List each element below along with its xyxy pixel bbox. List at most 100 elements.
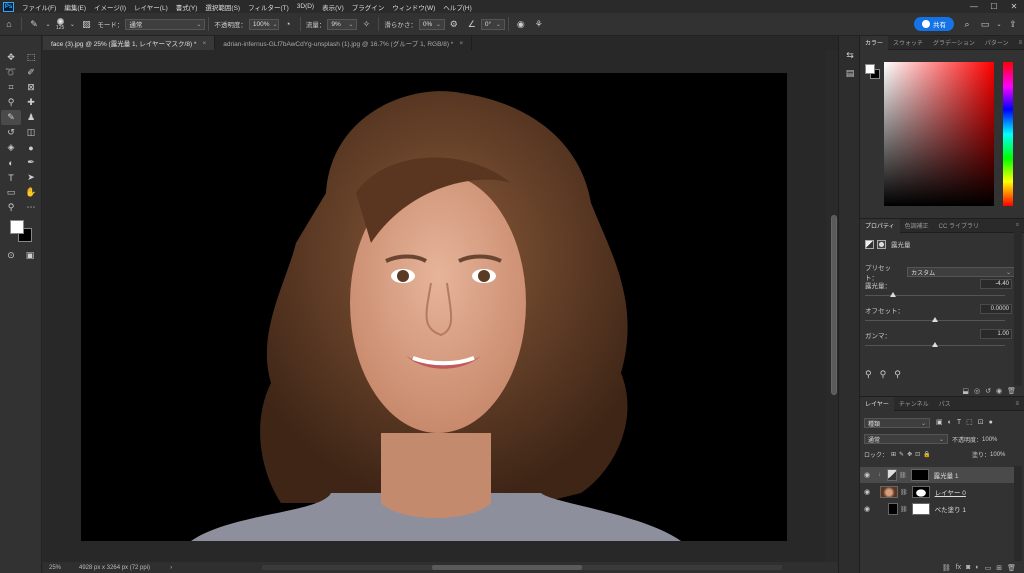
new-group-icon[interactable]: ▭	[985, 564, 992, 572]
more-tools-icon[interactable]: ⋯	[21, 200, 41, 215]
rectangle-tool-icon[interactable]: ▭	[1, 185, 21, 200]
home-icon[interactable]: ⌂	[2, 17, 16, 31]
scroll-thumb[interactable]	[831, 215, 837, 395]
layer-row[interactable]: ◉ ⛓ レイヤー 0	[860, 484, 1014, 500]
panel-menu-icon[interactable]: ≡	[1014, 36, 1024, 50]
offset-slider[interactable]	[865, 317, 1005, 322]
pressure-opacity-icon[interactable]: ◔	[281, 17, 295, 31]
brush-settings-icon[interactable]: ▨	[79, 17, 93, 31]
exposure-slider[interactable]	[865, 292, 1005, 297]
history-brush-tool-icon[interactable]: ↺	[1, 125, 21, 140]
move-tool-icon[interactable]: ✥	[1, 50, 21, 65]
view-previous-icon[interactable]: ◎	[974, 387, 980, 395]
frame-tool-icon[interactable]: ⊠	[21, 80, 41, 95]
menu-filter[interactable]: フィルター(T)	[244, 2, 293, 12]
horizontal-scrollbar[interactable]	[262, 565, 783, 570]
offset-slider-handle[interactable]	[932, 317, 938, 322]
tab-paths[interactable]: パス	[934, 397, 956, 411]
eye-icon[interactable]: ◉	[860, 471, 874, 479]
menu-type[interactable]: 書式(Y)	[172, 2, 202, 12]
menu-file[interactable]: ファイル(F)	[18, 2, 60, 12]
filter-pixel-icon[interactable]: ▣	[936, 418, 943, 426]
screen-mode-icon[interactable]: ▣	[23, 249, 37, 261]
color-swatches[interactable]	[10, 218, 36, 244]
crop-tool-icon[interactable]: ⌗	[1, 80, 21, 95]
exposure-slider-handle[interactable]	[890, 292, 896, 297]
zoom-level[interactable]: 25%	[49, 565, 79, 571]
panel-menu-icon[interactable]: ≡	[1010, 397, 1024, 411]
gamma-input[interactable]: 1.00	[980, 329, 1012, 339]
pen-tool-icon[interactable]: ✒	[21, 155, 41, 170]
path-select-tool-icon[interactable]: ➤	[21, 170, 41, 185]
menu-view[interactable]: 表示(V)	[318, 2, 348, 12]
workspace-icon[interactable]: ▭	[978, 17, 992, 31]
offset-input[interactable]: 0.0000	[980, 304, 1012, 314]
layer-filter-select[interactable]: 種類	[864, 418, 930, 428]
brush-tool-icon[interactable]: ✎	[1, 110, 21, 125]
trash-icon[interactable]: 🗑	[1007, 564, 1016, 572]
link-layers-icon[interactable]: ⛓	[942, 564, 951, 572]
angle-input[interactable]: 0°	[480, 18, 505, 30]
gear-icon[interactable]: ⚙	[447, 17, 461, 31]
eye-icon[interactable]: ◉	[860, 488, 874, 496]
layer-row[interactable]: ◉ ↓ ⛓ 露光量 1	[860, 467, 1014, 483]
chevron-down-icon[interactable]: ⌄	[69, 17, 75, 31]
tab-patterns[interactable]: パターン	[980, 36, 1014, 50]
search-icon[interactable]: ⌕	[960, 17, 974, 31]
tab-properties[interactable]: プロパティ	[860, 218, 900, 233]
close-icon[interactable]: ×	[459, 40, 463, 47]
black-point-eyedropper-icon[interactable]: ⚲	[865, 369, 872, 380]
new-layer-icon[interactable]: ⊞	[996, 564, 1002, 572]
chevron-down-icon[interactable]: ⌄	[45, 17, 51, 31]
blur-tool-icon[interactable]: ●	[21, 140, 41, 155]
menu-window[interactable]: ウィンドウ(W)	[388, 2, 439, 12]
menu-edit[interactable]: 編集(E)	[60, 2, 90, 12]
paint-bucket-tool-icon[interactable]: ◈	[1, 140, 21, 155]
lock-all-icon[interactable]: 🔒	[923, 451, 930, 458]
hue-slider[interactable]	[1003, 62, 1013, 206]
tab-layers[interactable]: レイヤー	[860, 396, 894, 411]
minimize-button[interactable]: —	[964, 2, 984, 11]
hand-tool-icon[interactable]: ✋	[21, 185, 41, 200]
tab-cc-libraries[interactable]: CC ライブラリ	[934, 219, 984, 233]
flow-input[interactable]: 9%	[327, 18, 358, 30]
tab-gradients[interactable]: グラデーション	[928, 36, 980, 50]
quick-select-tool-icon[interactable]: ✐	[21, 65, 41, 80]
healing-brush-tool-icon[interactable]: ✚	[21, 95, 41, 110]
eraser-tool-icon[interactable]: ◫	[21, 125, 41, 140]
brush-preset-picker[interactable]: 125	[56, 17, 64, 31]
comments-icon[interactable]: ▤	[839, 64, 861, 82]
mode-select[interactable]: 通常	[125, 18, 206, 30]
eye-icon[interactable]: ◉	[860, 505, 874, 513]
tab-adrian[interactable]: adrian-infernus-GLf7bAwCdYg-unsplash (1)…	[215, 36, 473, 50]
close-window-button[interactable]: ✕	[1004, 2, 1024, 11]
marquee-tool-icon[interactable]: ⬚	[21, 50, 41, 65]
status-arrow-icon[interactable]: ›	[170, 565, 172, 571]
layers-scrollbar[interactable]	[1014, 466, 1022, 561]
layer-opacity-value[interactable]: 100%	[982, 437, 997, 443]
tab-face[interactable]: face (3).jpg @ 25% (露光量 1, レイヤーマスク/8) * …	[43, 36, 216, 50]
dodge-tool-icon[interactable]: ◐	[1, 155, 21, 170]
brush-tool-icon[interactable]: ✎	[27, 17, 41, 31]
gamma-slider-handle[interactable]	[932, 342, 938, 347]
menu-3d[interactable]: 3D(D)	[293, 3, 318, 10]
vertical-scrollbar[interactable]	[826, 50, 838, 562]
opacity-input[interactable]: 100%	[248, 18, 279, 30]
quick-mask-icon[interactable]: ⊙	[4, 249, 18, 261]
clip-to-layer-icon[interactable]: ⬓	[962, 387, 969, 395]
visibility-eye-icon[interactable]: ◉	[996, 387, 1002, 395]
document-canvas[interactable]	[81, 73, 787, 541]
preset-select[interactable]: カスタム	[907, 267, 1015, 277]
menu-layer[interactable]: レイヤー(L)	[130, 2, 172, 12]
eyedropper-tool-icon[interactable]: ⚲	[1, 95, 21, 110]
tab-color[interactable]: カラー	[860, 35, 889, 50]
new-adjustment-icon[interactable]: ◐	[975, 564, 979, 571]
lock-artboard-icon[interactable]: ⊡	[915, 451, 920, 458]
tab-swatches[interactable]: スウォッチ	[888, 36, 928, 50]
white-point-eyedropper-icon[interactable]: ⚲	[894, 369, 901, 380]
trash-icon[interactable]: 🗑	[1007, 387, 1016, 395]
type-tool-icon[interactable]: T	[1, 170, 21, 185]
smoothing-input[interactable]: 0%	[418, 18, 445, 30]
share-export-icon[interactable]: ⇪	[1006, 17, 1020, 31]
properties-scrollbar[interactable]	[1014, 226, 1022, 386]
